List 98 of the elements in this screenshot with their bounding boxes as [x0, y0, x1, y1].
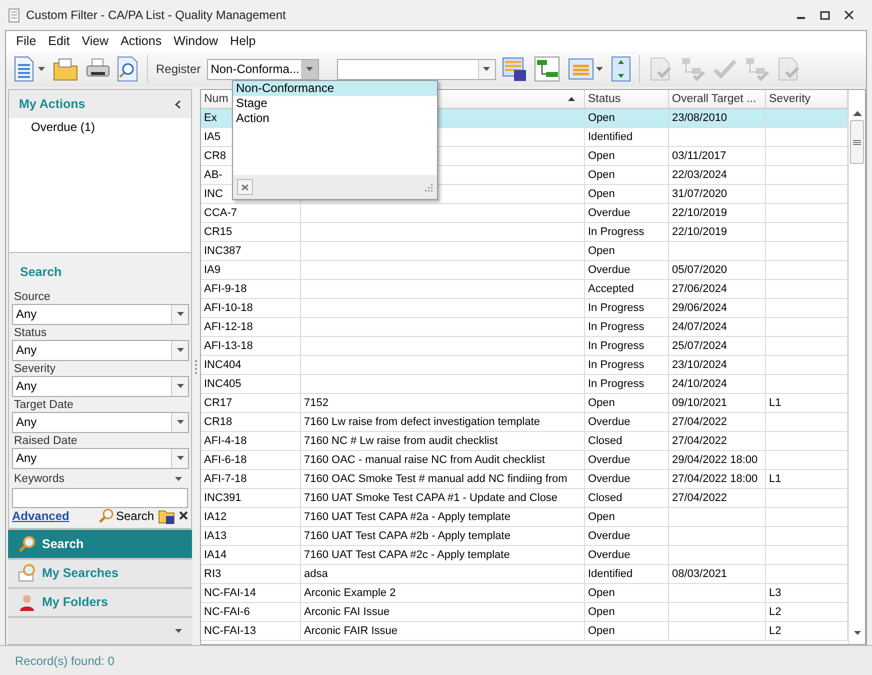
sort-arrow-icon[interactable]: [568, 97, 575, 101]
resize-grip-icon[interactable]: [424, 182, 433, 192]
table-row[interactable]: AFI-9-18 Accepted 27/06/2024: [201, 280, 848, 299]
expand-collapse-icon[interactable]: [610, 56, 631, 82]
dropdown-arrow-icon: [306, 67, 314, 71]
clear-button[interactable]: [237, 179, 253, 195]
table-row[interactable]: NC-FAI-6 Arconic FAI Issue Open L2: [201, 603, 848, 622]
table-row[interactable]: RI3 adsa Identified 08/03/2021: [201, 565, 848, 584]
person-icon: [18, 593, 36, 612]
close-icon: [241, 184, 249, 190]
caret-icon: [175, 477, 182, 482]
grip-icon: [853, 140, 861, 144]
dropdown-option[interactable]: Stage: [233, 96, 437, 111]
navigation-tab[interactable]: Search: [8, 528, 192, 558]
table-row[interactable]: INC405 In Progress 24/10/2024: [201, 375, 848, 394]
filter-dropdown[interactable]: Any: [12, 448, 189, 469]
search-document-icon[interactable]: [117, 56, 139, 82]
keywords-field[interactable]: [12, 488, 188, 508]
caret-icon: [38, 67, 45, 71]
document-icon: [8, 8, 20, 22]
register-label: Register: [156, 62, 201, 76]
dropdown-arrow-icon: [176, 312, 184, 316]
table-cell: Open: [585, 622, 669, 641]
filter-dropdown[interactable]: Any: [12, 304, 189, 325]
filter-dropdown[interactable]: Any: [12, 412, 189, 433]
field-label: Severity: [13, 362, 57, 376]
window-title: Custom Filter - CA/PA List - Quality Management: [26, 8, 287, 22]
window-list-icon: [568, 57, 594, 81]
panel-title: My Actions: [19, 97, 86, 111]
magnifier-icon: [98, 508, 114, 524]
clear-icon[interactable]: [179, 511, 188, 520]
dropdown-arrow-icon: [483, 67, 490, 71]
table-cell: L2: [766, 622, 848, 641]
scroll-down-icon: [854, 631, 860, 635]
field-label: Target Date: [13, 398, 74, 412]
table-row[interactable]: AFI-10-18 In Progress 29/06/2024: [201, 299, 848, 318]
table-row[interactable]: AFI-6-18 7160 OAC - manual raise NC from Audit checklist Overdue 29/04/2022 18:00: [201, 451, 848, 470]
collapse-chevron-icon[interactable]: [175, 100, 181, 108]
filter-dropdown[interactable]: Any: [12, 376, 189, 397]
menu-item[interactable]: File: [10, 34, 42, 48]
dropdown-arrow-icon: [176, 456, 184, 460]
table-row[interactable]: IA13 7160 UAT Test CAPA #2b - Apply template Overdue: [201, 527, 848, 546]
table-row[interactable]: CR17 7152 Open 09/10/2021 L1: [201, 394, 848, 413]
save-grid-icon[interactable]: [502, 56, 528, 82]
table-row[interactable]: INC404 In Progress 23/10/2024: [201, 356, 848, 375]
caret-icon: [596, 67, 603, 71]
menu-item[interactable]: Edit: [42, 34, 76, 48]
status-text: Record(s) found: 0: [15, 654, 114, 668]
table-row[interactable]: AFI-7-18 7160 OAC Smoke Test # manual add NC findiing from Overdue 27/04/2022 18:00 L1: [201, 470, 848, 489]
table-row[interactable]: CCA-7 Overdue 22/10/2019: [201, 204, 848, 223]
magnifier-icon: [18, 534, 36, 553]
field-label: Keywords: [13, 472, 64, 486]
menu-item[interactable]: Help: [224, 34, 262, 48]
scroll-thumb[interactable]: [850, 120, 864, 164]
restore-icon[interactable]: [820, 10, 830, 20]
magnifier-envelope-icon: [18, 564, 36, 582]
dropdown-option[interactable]: Non-Conformance: [233, 81, 437, 96]
table-row[interactable]: INC387 Open: [201, 242, 848, 261]
dropdown-arrow-icon: [176, 384, 184, 388]
close-icon[interactable]: [844, 10, 854, 20]
table-row[interactable]: CR15 In Progress 22/10/2019: [201, 223, 848, 242]
filter-dropdown[interactable]: Any: [12, 340, 189, 361]
document-icon[interactable]: [12, 56, 36, 82]
table-row[interactable]: IA14 7160 UAT Test CAPA #2c - Apply template Overdue: [201, 546, 848, 565]
dropdown-arrow-icon: [176, 420, 184, 424]
column-header[interactable]: Severity: [766, 90, 848, 108]
table-cell: NC-FAI-13: [201, 622, 301, 641]
menu-item[interactable]: Window: [168, 34, 224, 48]
advanced-link[interactable]: Advanced: [12, 508, 70, 523]
table-row[interactable]: NC-FAI-14 Arconic Example 2 Open L3: [201, 584, 848, 603]
field-label: Status: [13, 326, 48, 340]
search-title: Search: [19, 264, 63, 281]
table-row[interactable]: IA12 7160 UAT Test CAPA #2a - Apply template Open: [201, 508, 848, 527]
action-item[interactable]: Overdue (1): [9, 118, 191, 134]
column-header[interactable]: Status: [585, 90, 669, 108]
field-label: Raised Date: [13, 434, 78, 448]
table-row[interactable]: AFI-12-18 In Progress 24/07/2024: [201, 318, 848, 337]
register-dropdown[interactable]: Non-Conforma...: [206, 58, 319, 80]
dropdown-option[interactable]: Action: [233, 111, 437, 126]
filter-dropdown[interactable]: [336, 58, 496, 80]
table-row[interactable]: CR18 7160 Lw raise from defect investigation template Overdue 27/04/2022: [201, 413, 848, 432]
hierarchy-icon[interactable]: [534, 56, 560, 82]
table-row[interactable]: AFI-4-18 7160 NC # Lw raise from audit checklist Closed 27/04/2022: [201, 432, 848, 451]
scroll-up-icon[interactable]: [852, 111, 862, 116]
folder-icon[interactable]: [53, 57, 79, 81]
save-folder-icon[interactable]: [158, 508, 175, 524]
search-button[interactable]: Search: [98, 508, 154, 524]
dropdown-arrow-icon: [176, 348, 184, 352]
table-row[interactable]: NC-FAI-13 Arconic FAIR Issue Open L2: [201, 622, 848, 641]
table-row[interactable]: AFI-13-18 In Progress 25/07/2024: [201, 337, 848, 356]
caret-icon: [175, 628, 182, 633]
field-label: Source: [13, 290, 52, 304]
menu-item[interactable]: Actions: [114, 34, 168, 48]
menu-item[interactable]: View: [76, 34, 115, 48]
column-header[interactable]: Overall Target ...: [669, 90, 766, 108]
table-row[interactable]: IA9 Overdue 05/07/2020: [201, 261, 848, 280]
table-row[interactable]: INC391 7160 UAT Smoke Test CAPA #1 - Update and Close Closed 27/04/2022: [201, 489, 848, 508]
table-cell: Arconic FAIR Issue: [301, 622, 585, 641]
